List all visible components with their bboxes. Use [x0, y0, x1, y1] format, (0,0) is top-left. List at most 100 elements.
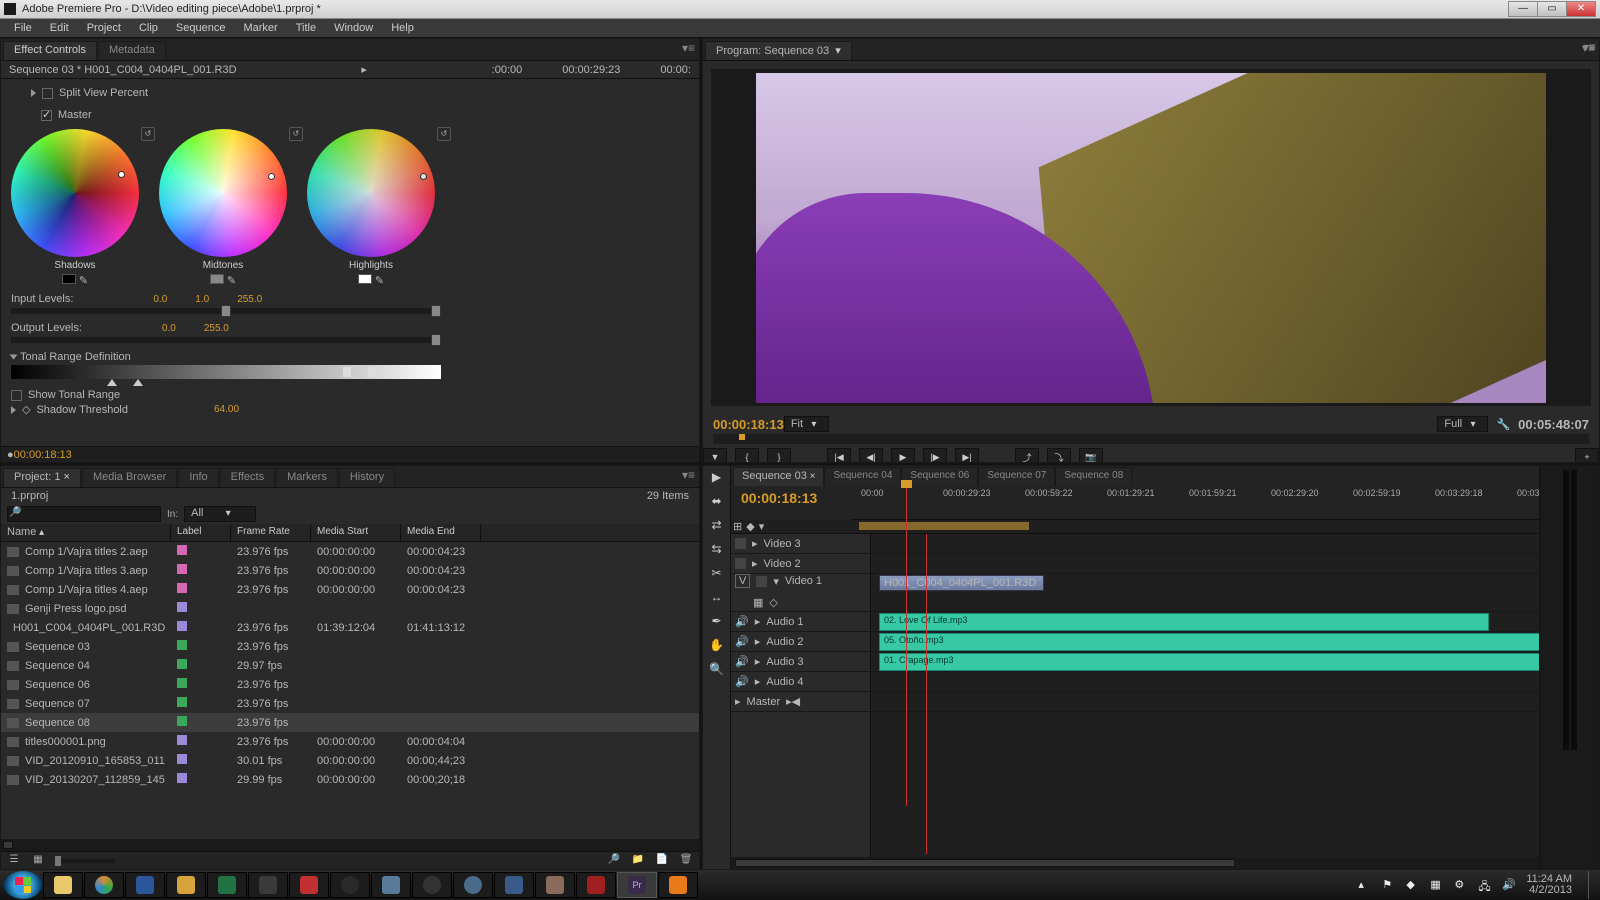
mark-out-point-button[interactable]: } — [767, 448, 791, 463]
input-level-gamma[interactable]: 1.0 — [195, 294, 209, 305]
track-master[interactable]: ▸Master▸◀ — [731, 692, 870, 712]
tab-info[interactable]: Info — [178, 468, 218, 487]
midtones-color-wheel[interactable] — [159, 129, 287, 257]
zoom-tool[interactable]: 🔍 — [708, 662, 726, 680]
add-button[interactable]: + — [1575, 448, 1599, 463]
track-audio-4[interactable]: 🔊▸Audio 4 — [731, 672, 870, 692]
panel-menu-icon[interactable]: ▾≡ — [682, 41, 695, 55]
lift-button[interactable]: ⤴ — [1015, 448, 1039, 463]
razor-tool[interactable]: ✂ — [708, 566, 726, 584]
step-back-button[interactable]: ◀| — [859, 448, 883, 463]
highlights-reset-button[interactable]: ↺ — [437, 127, 451, 141]
tab-effects[interactable]: Effects — [220, 468, 275, 487]
project-row[interactable]: titles000001.png23.976 fps00:00:00:0000:… — [1, 732, 699, 751]
task-word[interactable] — [125, 872, 165, 898]
menu-project[interactable]: Project — [79, 20, 129, 36]
highlights-color-wheel[interactable] — [307, 129, 435, 257]
settings-icon[interactable]: 🔧 — [1496, 418, 1510, 431]
project-column-headers[interactable]: Name ▴ Label Frame Rate Media Start Medi… — [1, 524, 699, 542]
project-row[interactable]: Comp 1/Vajra titles 2.aep23.976 fps00:00… — [1, 542, 699, 561]
tab-sequence-03[interactable]: Sequence 03 × — [733, 467, 824, 486]
fit-dropdown[interactable]: Fit ▾ — [784, 416, 830, 432]
tray-icon[interactable]: ⚑ — [1382, 878, 1396, 892]
project-search-input[interactable] — [7, 506, 161, 522]
task-app-1[interactable] — [248, 872, 288, 898]
track-area[interactable]: H001_C004_0404PL_001.R3D )pacity ▾ 02. L… — [871, 534, 1539, 857]
program-scrubber[interactable] — [713, 434, 1589, 444]
close-button[interactable]: ✕ — [1566, 1, 1596, 17]
shadows-reset-button[interactable]: ↺ — [141, 127, 155, 141]
audio-clip-3[interactable]: 01. Crapage.mp3 — [879, 653, 1539, 671]
input-level-white[interactable]: 255.0 — [237, 294, 262, 305]
video-clip[interactable]: H001_C004_0404PL_001.R3D )pacity ▾ — [879, 575, 1044, 591]
delete-button[interactable]: 🗑 — [679, 854, 693, 868]
task-app-7[interactable] — [494, 872, 534, 898]
menu-clip[interactable]: Clip — [131, 20, 166, 36]
task-app-6[interactable] — [453, 872, 493, 898]
project-row[interactable]: Comp 1/Vajra titles 3.aep23.976 fps00:00… — [1, 561, 699, 580]
find-button[interactable]: 🔎 — [607, 854, 621, 868]
project-h-scroll[interactable] — [1, 839, 699, 851]
tray-icon[interactable]: ▦ — [1430, 878, 1444, 892]
menu-title[interactable]: Title — [288, 20, 324, 36]
timeline-h-scroll[interactable] — [731, 857, 1539, 869]
start-button[interactable] — [4, 871, 42, 899]
tab-sequence-08[interactable]: Sequence 08 — [1055, 467, 1132, 486]
settings-button[interactable]: ▾ — [759, 520, 765, 533]
play-button[interactable]: ▶ — [891, 448, 915, 463]
menu-file[interactable]: File — [6, 20, 40, 36]
new-item-button[interactable]: 📄 — [655, 854, 669, 868]
work-area-bar[interactable] — [859, 522, 1029, 530]
step-forward-button[interactable]: |▶ — [923, 448, 947, 463]
menu-sequence[interactable]: Sequence — [168, 20, 234, 36]
tab-sequence-07[interactable]: Sequence 07 — [978, 467, 1055, 486]
timeline-current-timecode[interactable]: 00:00:18:13 — [731, 486, 851, 520]
project-row[interactable]: Comp 1/Vajra titles 4.aep23.976 fps00:00… — [1, 580, 699, 599]
tab-history[interactable]: History — [339, 468, 395, 487]
export-frame-button[interactable]: 📷 — [1079, 448, 1103, 463]
tab-effect-controls[interactable]: Effect Controls — [3, 41, 97, 60]
task-app-3[interactable] — [330, 872, 370, 898]
hand-tool[interactable]: ✋ — [708, 638, 726, 656]
eyedropper-icon[interactable]: ✎ — [375, 275, 384, 287]
extract-button[interactable]: ⤵ — [1047, 448, 1071, 463]
mark-in-point-button[interactable]: { — [735, 448, 759, 463]
tray-icon[interactable]: ◆ — [1406, 878, 1420, 892]
input-levels-slider[interactable] — [11, 308, 441, 314]
tab-metadata[interactable]: Metadata — [98, 41, 166, 60]
eyedropper-icon[interactable]: ✎ — [227, 275, 236, 287]
project-row[interactable]: VID_20120910_165853_01130.01 fps00:00:00… — [1, 751, 699, 770]
panel-menu-icon[interactable]: ▾≡ — [682, 468, 695, 482]
menu-marker[interactable]: Marker — [235, 20, 285, 36]
mark-in-button[interactable]: ▼ — [703, 448, 727, 463]
project-row[interactable]: Sequence 0623.976 fps — [1, 675, 699, 694]
task-app-5[interactable] — [412, 872, 452, 898]
task-explorer[interactable] — [43, 872, 83, 898]
track-video-3[interactable]: ▸Video 3 — [731, 534, 870, 554]
eyedropper-icon[interactable]: ✎ — [79, 275, 88, 287]
pen-tool[interactable]: ✒ — [708, 614, 726, 632]
project-row[interactable]: Sequence 0323.976 fps — [1, 637, 699, 656]
project-row[interactable]: H001_C004_0404PL_001.R3D23.976 fps01:39:… — [1, 618, 699, 637]
tonal-range-header[interactable]: Tonal Range Definition — [20, 351, 131, 363]
program-timecode-left[interactable]: 00:00:18:13 — [713, 417, 784, 432]
snap-button[interactable]: ⊞ — [733, 520, 742, 533]
track-audio-2[interactable]: 🔊▸Audio 2 — [731, 632, 870, 652]
menu-window[interactable]: Window — [326, 20, 381, 36]
project-item-list[interactable]: Comp 1/Vajra titles 2.aep23.976 fps00:00… — [1, 542, 699, 839]
shadows-color-wheel[interactable] — [11, 129, 139, 257]
tray-icon[interactable]: ⚙ — [1454, 878, 1468, 892]
track-audio-3[interactable]: 🔊▸Audio 3 — [731, 652, 870, 672]
track-select-tool[interactable]: ⬌ — [708, 494, 726, 512]
selection-tool[interactable]: ▶ — [708, 470, 726, 488]
task-outlook[interactable] — [166, 872, 206, 898]
tray-clock[interactable]: 11:24 AM 4/2/2013 — [1526, 874, 1578, 896]
tray-volume-icon[interactable]: 🔊 — [1502, 878, 1516, 892]
project-row[interactable]: Genji Press logo.psd — [1, 599, 699, 618]
output-level-white[interactable]: 255.0 — [204, 323, 229, 334]
shadow-threshold-value[interactable]: 64.00 — [214, 404, 239, 415]
tab-sequence-04[interactable]: Sequence 04 — [824, 467, 901, 486]
input-level-black[interactable]: 0.0 — [153, 294, 167, 305]
tab-project[interactable]: Project: 1 × — [3, 468, 81, 487]
tab-sequence-06[interactable]: Sequence 06 — [901, 467, 978, 486]
